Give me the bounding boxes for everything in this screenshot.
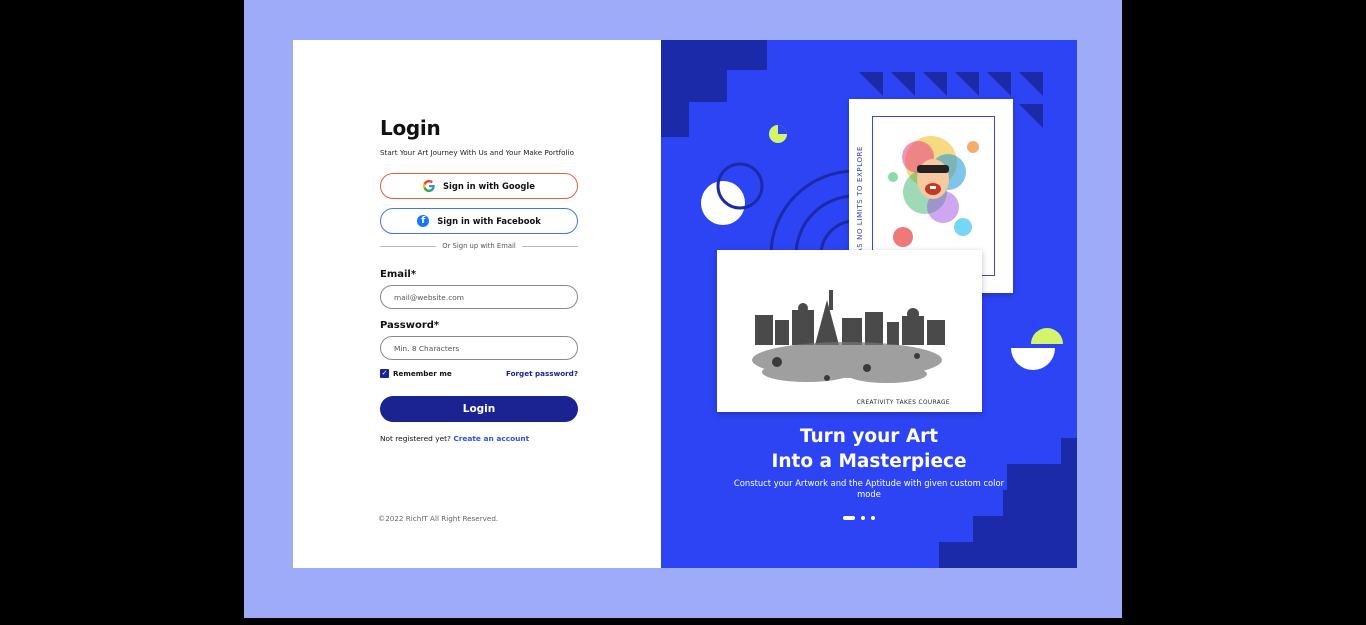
promo-panel: ART HAS NO LIMITS TO EXPLORE CREATIVITY … bbox=[661, 40, 1077, 568]
half-circle-shapes bbox=[1011, 328, 1063, 370]
remember-me-option[interactable]: ✓ Remember me bbox=[380, 369, 452, 378]
headline-line-2: Into a Masterpiece bbox=[771, 451, 967, 472]
carousel-dot-1[interactable] bbox=[843, 516, 855, 520]
carousel-dot-2[interactable] bbox=[861, 516, 865, 520]
lime-pie-shape bbox=[769, 125, 787, 143]
register-prompt: Not registered yet? Create an account bbox=[380, 434, 578, 443]
forgot-password-link[interactable]: Forget password? bbox=[506, 369, 578, 378]
login-card: Login Start Your Art Journey With Us and… bbox=[293, 40, 1077, 568]
promo-headline: Turn your Art Into a Masterpiece bbox=[661, 424, 1077, 474]
white-circle bbox=[701, 181, 745, 225]
email-field[interactable] bbox=[380, 285, 578, 309]
google-icon bbox=[423, 180, 435, 192]
carousel-dot-3[interactable] bbox=[871, 516, 875, 520]
landscape-artwork-frame: CREATIVITY TAKES COURAGE bbox=[717, 250, 982, 412]
password-field[interactable] bbox=[380, 336, 578, 360]
carousel-indicators bbox=[843, 516, 875, 520]
city-skyline-image bbox=[752, 290, 945, 383]
page-background: Login Start Your Art Journey With Us and… bbox=[244, 0, 1122, 618]
facebook-signin-label: Sign in with Facebook bbox=[437, 216, 541, 226]
copyright-text: ©2022 RichIT All Right Reserved. bbox=[378, 514, 499, 523]
login-form: Login Start Your Art Journey With Us and… bbox=[380, 116, 579, 443]
page-subtitle: Start Your Art Journey With Us and Your … bbox=[380, 148, 574, 157]
divider-line-right bbox=[521, 245, 579, 247]
login-button[interactable]: Login bbox=[380, 396, 578, 422]
page-title: Login bbox=[380, 116, 441, 140]
login-panel: Login Start Your Art Journey With Us and… bbox=[293, 40, 661, 568]
remember-me-checkbox[interactable]: ✓ bbox=[380, 369, 389, 378]
divider-line-left bbox=[380, 245, 437, 247]
divider-text: Or Sign up with Email bbox=[442, 242, 516, 250]
email-label: Email* bbox=[380, 269, 417, 280]
facebook-signin-button[interactable]: f Sign in with Facebook bbox=[380, 208, 578, 234]
google-signin-button[interactable]: Sign in with Google bbox=[380, 173, 578, 199]
facebook-icon: f bbox=[417, 215, 430, 227]
google-signin-label: Sign in with Google bbox=[443, 181, 535, 191]
landscape-caption: CREATIVITY TAKES COURAGE bbox=[856, 400, 950, 406]
promo-tagline: Constuct your Artwork and the Aptitude w… bbox=[733, 478, 1005, 499]
staircase-top-left bbox=[661, 40, 767, 137]
password-label: Password* bbox=[380, 320, 440, 331]
concentric-arcs bbox=[769, 169, 856, 256]
register-prompt-text: Not registered yet? bbox=[380, 434, 451, 443]
remember-me-label: Remember me bbox=[393, 369, 452, 378]
email-divider: Or Sign up with Email bbox=[380, 242, 579, 250]
form-options-row: ✓ Remember me Forget password? bbox=[380, 369, 578, 378]
headline-line-1: Turn your Art bbox=[799, 426, 939, 447]
create-account-link[interactable]: Create an account bbox=[453, 434, 529, 443]
